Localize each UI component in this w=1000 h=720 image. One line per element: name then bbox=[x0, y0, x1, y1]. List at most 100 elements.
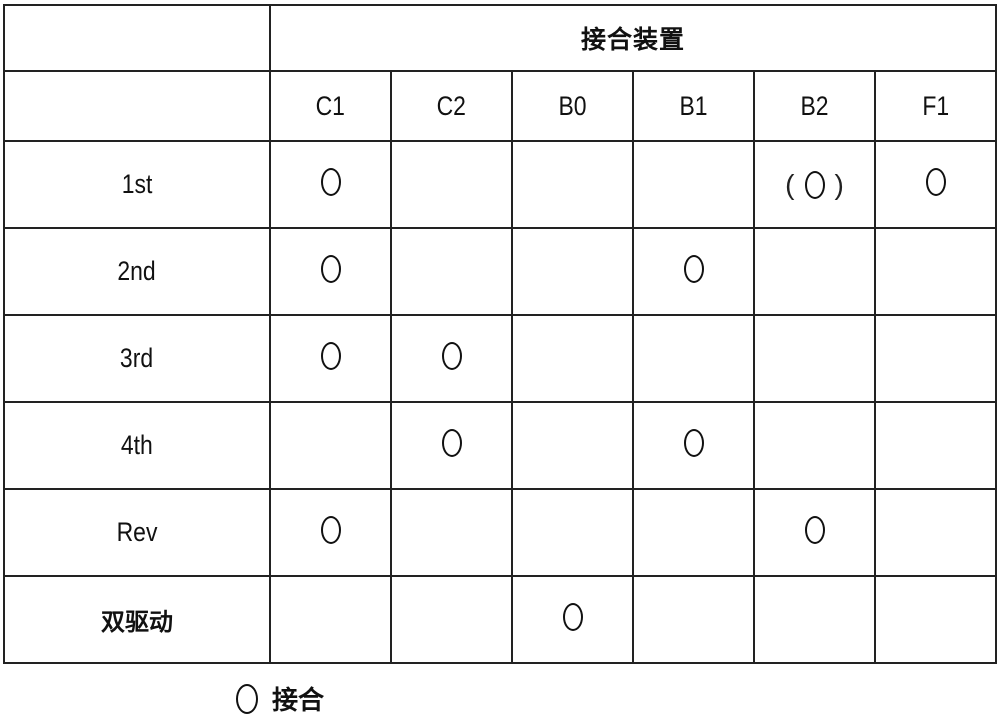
table-row: 双驱动 bbox=[3, 575, 998, 664]
engaged-mark bbox=[320, 516, 341, 544]
group-header: 接合装置 bbox=[581, 26, 686, 54]
table-row: 1st () bbox=[3, 140, 998, 229]
legend: 接合 bbox=[236, 680, 324, 717]
circle-icon bbox=[683, 429, 704, 457]
circle-icon bbox=[925, 168, 946, 196]
table-cell bbox=[753, 314, 876, 403]
table-cell bbox=[873, 575, 998, 664]
open-paren: ( bbox=[785, 168, 795, 200]
row-header-cell: 2nd bbox=[3, 227, 271, 316]
table-cell bbox=[632, 575, 755, 664]
column-header: F1 bbox=[922, 90, 949, 121]
circle-icon bbox=[320, 168, 341, 196]
row-label: Rev bbox=[116, 517, 158, 547]
table-cell bbox=[511, 488, 634, 577]
table-cell bbox=[390, 401, 513, 490]
table-cell bbox=[873, 488, 998, 577]
table-cell bbox=[390, 140, 513, 229]
group-header-cell: 接合装置 bbox=[268, 4, 998, 72]
table-cell bbox=[873, 314, 998, 403]
row-label: 4th bbox=[121, 430, 153, 460]
table-cell bbox=[873, 227, 998, 316]
table-row: 3rd bbox=[3, 314, 998, 403]
row-header-cell: 1st bbox=[3, 140, 271, 229]
engaged-mark bbox=[683, 429, 704, 457]
table-cell bbox=[632, 314, 755, 403]
column-header-cell: C2 bbox=[390, 70, 513, 142]
table-cell bbox=[511, 401, 634, 490]
circle-icon bbox=[441, 429, 462, 457]
table-cell bbox=[753, 575, 876, 664]
column-header: B0 bbox=[558, 90, 587, 121]
table-cell bbox=[511, 314, 634, 403]
engagement-table: 接合装置 C1 C2 B0 B1 B2 F1 1st () 2nd 3rd 4th Rev 双驱动 bbox=[3, 4, 998, 664]
table-cell bbox=[390, 488, 513, 577]
table-cell bbox=[511, 227, 634, 316]
table-cell bbox=[632, 140, 755, 229]
corner-cell bbox=[3, 4, 271, 72]
table-row: 2nd bbox=[3, 227, 998, 316]
table-cell bbox=[632, 227, 755, 316]
column-header-row: C1 C2 B0 B1 B2 F1 bbox=[3, 70, 998, 142]
optional-engaged-mark: () bbox=[775, 169, 854, 201]
circle-icon bbox=[441, 342, 462, 370]
column-header-cell: F1 bbox=[873, 70, 998, 142]
table-cell bbox=[632, 488, 755, 577]
table-cell: () bbox=[753, 140, 876, 229]
row-label: 1st bbox=[121, 169, 153, 199]
row-header-cell: 4th bbox=[3, 401, 271, 490]
row-header-cell: 3rd bbox=[3, 314, 271, 403]
circle-icon bbox=[236, 683, 258, 714]
row-header-cell: Rev bbox=[3, 488, 271, 577]
column-header: B2 bbox=[800, 90, 829, 121]
table-cell bbox=[390, 575, 513, 664]
column-header-cell: B1 bbox=[632, 70, 755, 142]
table-cell bbox=[873, 140, 998, 229]
engaged-mark bbox=[320, 255, 341, 283]
table-cell bbox=[269, 227, 392, 316]
engaged-mark bbox=[320, 342, 341, 370]
table-cell bbox=[632, 401, 755, 490]
row-label: 双驱动 bbox=[101, 609, 173, 636]
circle-icon bbox=[804, 170, 825, 199]
column-header-cell: C1 bbox=[269, 70, 392, 142]
circle-icon bbox=[562, 603, 583, 631]
row-label: 2nd bbox=[117, 256, 157, 286]
engaged-mark bbox=[683, 255, 704, 283]
engaged-mark bbox=[804, 516, 825, 544]
table-title-row: 接合装置 bbox=[3, 4, 998, 72]
column-header-cell: B2 bbox=[753, 70, 876, 142]
engaged-mark bbox=[441, 429, 462, 457]
table-row: Rev bbox=[3, 488, 998, 577]
circle-icon bbox=[804, 516, 825, 544]
engaged-mark bbox=[441, 342, 462, 370]
table-cell bbox=[269, 401, 392, 490]
engaged-mark bbox=[320, 168, 341, 196]
legend-label: 接合 bbox=[272, 685, 325, 715]
table-cell bbox=[269, 488, 392, 577]
table-cell bbox=[269, 140, 392, 229]
column-header: B1 bbox=[679, 90, 708, 121]
column-header: C1 bbox=[315, 90, 346, 121]
row-header-cell: 双驱动 bbox=[3, 575, 271, 664]
column-header-cell: B0 bbox=[511, 70, 634, 142]
engaged-mark bbox=[562, 603, 583, 631]
corner-cell bbox=[3, 70, 271, 142]
table-row: 4th bbox=[3, 401, 998, 490]
engaged-mark bbox=[925, 168, 946, 196]
table-cell bbox=[269, 575, 392, 664]
table-cell bbox=[511, 140, 634, 229]
table-cell bbox=[269, 314, 392, 403]
circle-icon bbox=[683, 255, 704, 283]
column-header: C2 bbox=[436, 90, 467, 121]
row-label: 3rd bbox=[120, 343, 154, 373]
table-cell bbox=[511, 575, 634, 664]
table-cell bbox=[753, 488, 876, 577]
circle-icon bbox=[320, 516, 341, 544]
table-cell bbox=[390, 227, 513, 316]
close-paren: ) bbox=[834, 168, 844, 200]
circle-icon bbox=[320, 255, 341, 283]
table-cell bbox=[873, 401, 998, 490]
circle-icon bbox=[320, 342, 341, 370]
table-cell bbox=[753, 227, 876, 316]
